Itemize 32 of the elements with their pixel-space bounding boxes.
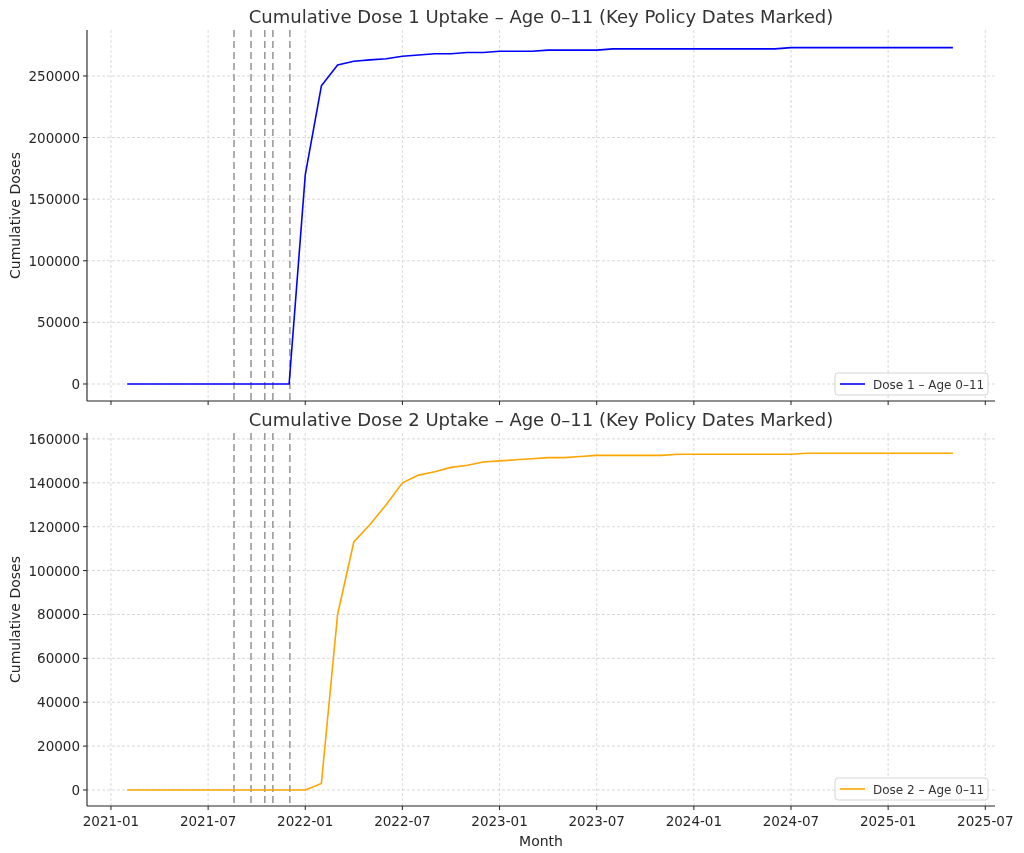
y-tick-label: 60000 xyxy=(37,650,80,667)
x-tick-label: 2022-01 xyxy=(277,813,334,829)
y-tick-label: 160000 xyxy=(28,430,80,447)
y-tick-label: 120000 xyxy=(28,518,80,535)
y-tick-label: 80000 xyxy=(37,606,80,623)
x-axis-label: Month xyxy=(519,833,563,849)
y-tick-label: 140000 xyxy=(28,474,80,491)
x-tick-label: 2024-01 xyxy=(665,813,723,829)
chart-title: Cumulative Dose 1 Uptake – Age 0–11 (Key Policy Dates Marked) xyxy=(248,6,834,27)
y-axis-label: Cumulative Doses xyxy=(7,556,23,683)
y-tick-label: 0 xyxy=(71,376,80,392)
x-tick-label: 2024-07 xyxy=(762,813,820,829)
x-tick-label: 2021-01 xyxy=(82,813,140,829)
y-tick-label: 150000 xyxy=(28,191,80,208)
x-tick-label: 2022-07 xyxy=(374,813,431,829)
y-tick-label: 100000 xyxy=(28,252,80,269)
y-tick-label: 40000 xyxy=(37,694,80,711)
y-tick-label: 250000 xyxy=(28,67,80,84)
y-tick-label: 0 xyxy=(71,782,80,798)
x-tick-label: 2023-01 xyxy=(471,813,528,829)
y-tick-label: 100000 xyxy=(28,562,80,579)
chart-title: Cumulative Dose 2 Uptake – Age 0–11 (Key Policy Dates Marked) xyxy=(248,410,834,430)
y-axis-label: Cumulative Doses xyxy=(7,152,23,279)
x-tick-label: 2025-01 xyxy=(859,813,917,829)
y-tick-label: 200000 xyxy=(28,129,80,146)
x-tick-label: 2025-07 xyxy=(957,813,1014,829)
y-tick-label: 20000 xyxy=(37,738,80,755)
legend-label: Dose 2 – Age 0–11 xyxy=(873,782,985,797)
y-tick-label: 50000 xyxy=(37,314,80,331)
x-tick-label: 2023-07 xyxy=(568,813,625,829)
x-tick-label: 2021-07 xyxy=(179,813,237,829)
legend-label: Dose 1 – Age 0–11 xyxy=(873,377,985,392)
